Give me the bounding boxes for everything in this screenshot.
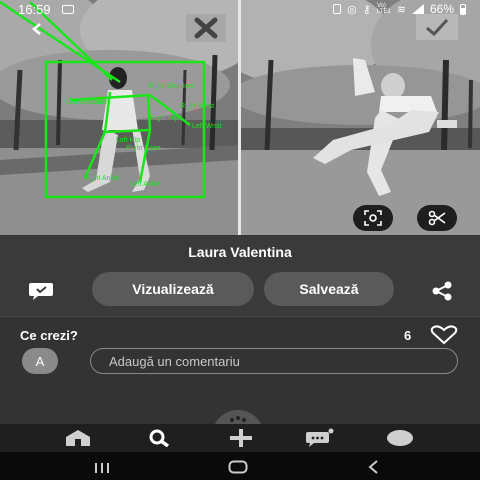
section-divider (0, 316, 480, 317)
pose-label: Right Ankle (84, 175, 120, 182)
recents-icon (95, 463, 109, 473)
system-navigation-bar (0, 452, 480, 480)
messages-icon (306, 428, 334, 447)
nav-add[interactable] (226, 428, 256, 448)
back-icon (368, 460, 378, 474)
back-chevron-icon[interactable] (30, 22, 44, 36)
system-back-button[interactable] (366, 460, 380, 479)
battery-level: 66% (429, 2, 454, 16)
share-button[interactable] (430, 280, 454, 302)
chat-bubble-icon (29, 283, 53, 300)
check-icon (426, 18, 449, 37)
add-icon (230, 429, 252, 447)
image-icon (62, 5, 74, 14)
bottom-navigation (0, 424, 480, 452)
pose-label: Left Hip (116, 137, 140, 144)
pose-label: Right Knee (126, 145, 161, 152)
home-icon (66, 430, 90, 446)
pose-estimation-photo[interactable]: Right Shoulder Left Shoulder Right Wrist… (0, 0, 238, 235)
pose-label: Right Hip (150, 115, 179, 122)
home-button-icon (228, 460, 248, 474)
view-button[interactable]: Vizualizează (92, 272, 254, 306)
comments-section: Ce crezi? 6 A Adaugă un comentariu (0, 316, 480, 424)
nav-profile[interactable] (385, 428, 415, 448)
face-scan-icon (364, 210, 382, 226)
avatar[interactable]: A (22, 348, 58, 374)
pose-label: Left Wrist (192, 123, 221, 130)
hotspot-icon: ◎ (347, 3, 357, 16)
recents-button[interactable] (94, 461, 110, 479)
original-photo[interactable] (241, 0, 480, 235)
wifi-icon: ≋ (396, 3, 406, 16)
face-scan-button[interactable] (353, 205, 393, 231)
search-icon (149, 429, 170, 447)
comment-input[interactable]: Adaugă un comentariu (90, 348, 458, 374)
pose-label: Left Ankle (130, 181, 161, 188)
system-home-button[interactable] (228, 460, 248, 479)
like-count: 6 (404, 328, 412, 343)
heart-icon (430, 325, 458, 345)
action-bar: Vizualizează Salvează (0, 266, 480, 316)
save-button[interactable]: Salvează (264, 272, 394, 306)
vpn-key-icon: ⚷ (362, 3, 371, 16)
comments-heading: Ce crezi? (20, 328, 78, 343)
like-button[interactable] (430, 325, 458, 345)
photo-comparison: Right Shoulder Left Shoulder Right Wrist… (0, 0, 480, 235)
comment-button[interactable] (28, 280, 54, 302)
nav-home[interactable] (63, 428, 93, 448)
pose-label: Right Shoulder (148, 83, 195, 90)
clipboard-icon (333, 4, 342, 14)
author-row: Laura Valentina (0, 236, 480, 266)
pose-label: Left Shoulder (66, 99, 108, 106)
share-icon (432, 281, 452, 301)
clock: 16:59 (18, 2, 51, 17)
network-type: Vo) LTE1 (376, 3, 391, 15)
battery-icon (460, 3, 466, 15)
author-name[interactable]: Laura Valentina (0, 244, 480, 260)
profile-icon (387, 430, 413, 446)
nav-search[interactable] (145, 428, 175, 448)
nav-messages[interactable] (305, 428, 335, 448)
status-bar: 16:59 ◎ ⚷ Vo) LTE1 ≋ 66% (0, 0, 480, 20)
cut-button[interactable] (417, 205, 457, 231)
scissors-icon (428, 210, 446, 226)
close-x-icon (194, 17, 218, 39)
cellular-icon (411, 4, 424, 14)
pose-label: Right Wrist (180, 103, 214, 110)
